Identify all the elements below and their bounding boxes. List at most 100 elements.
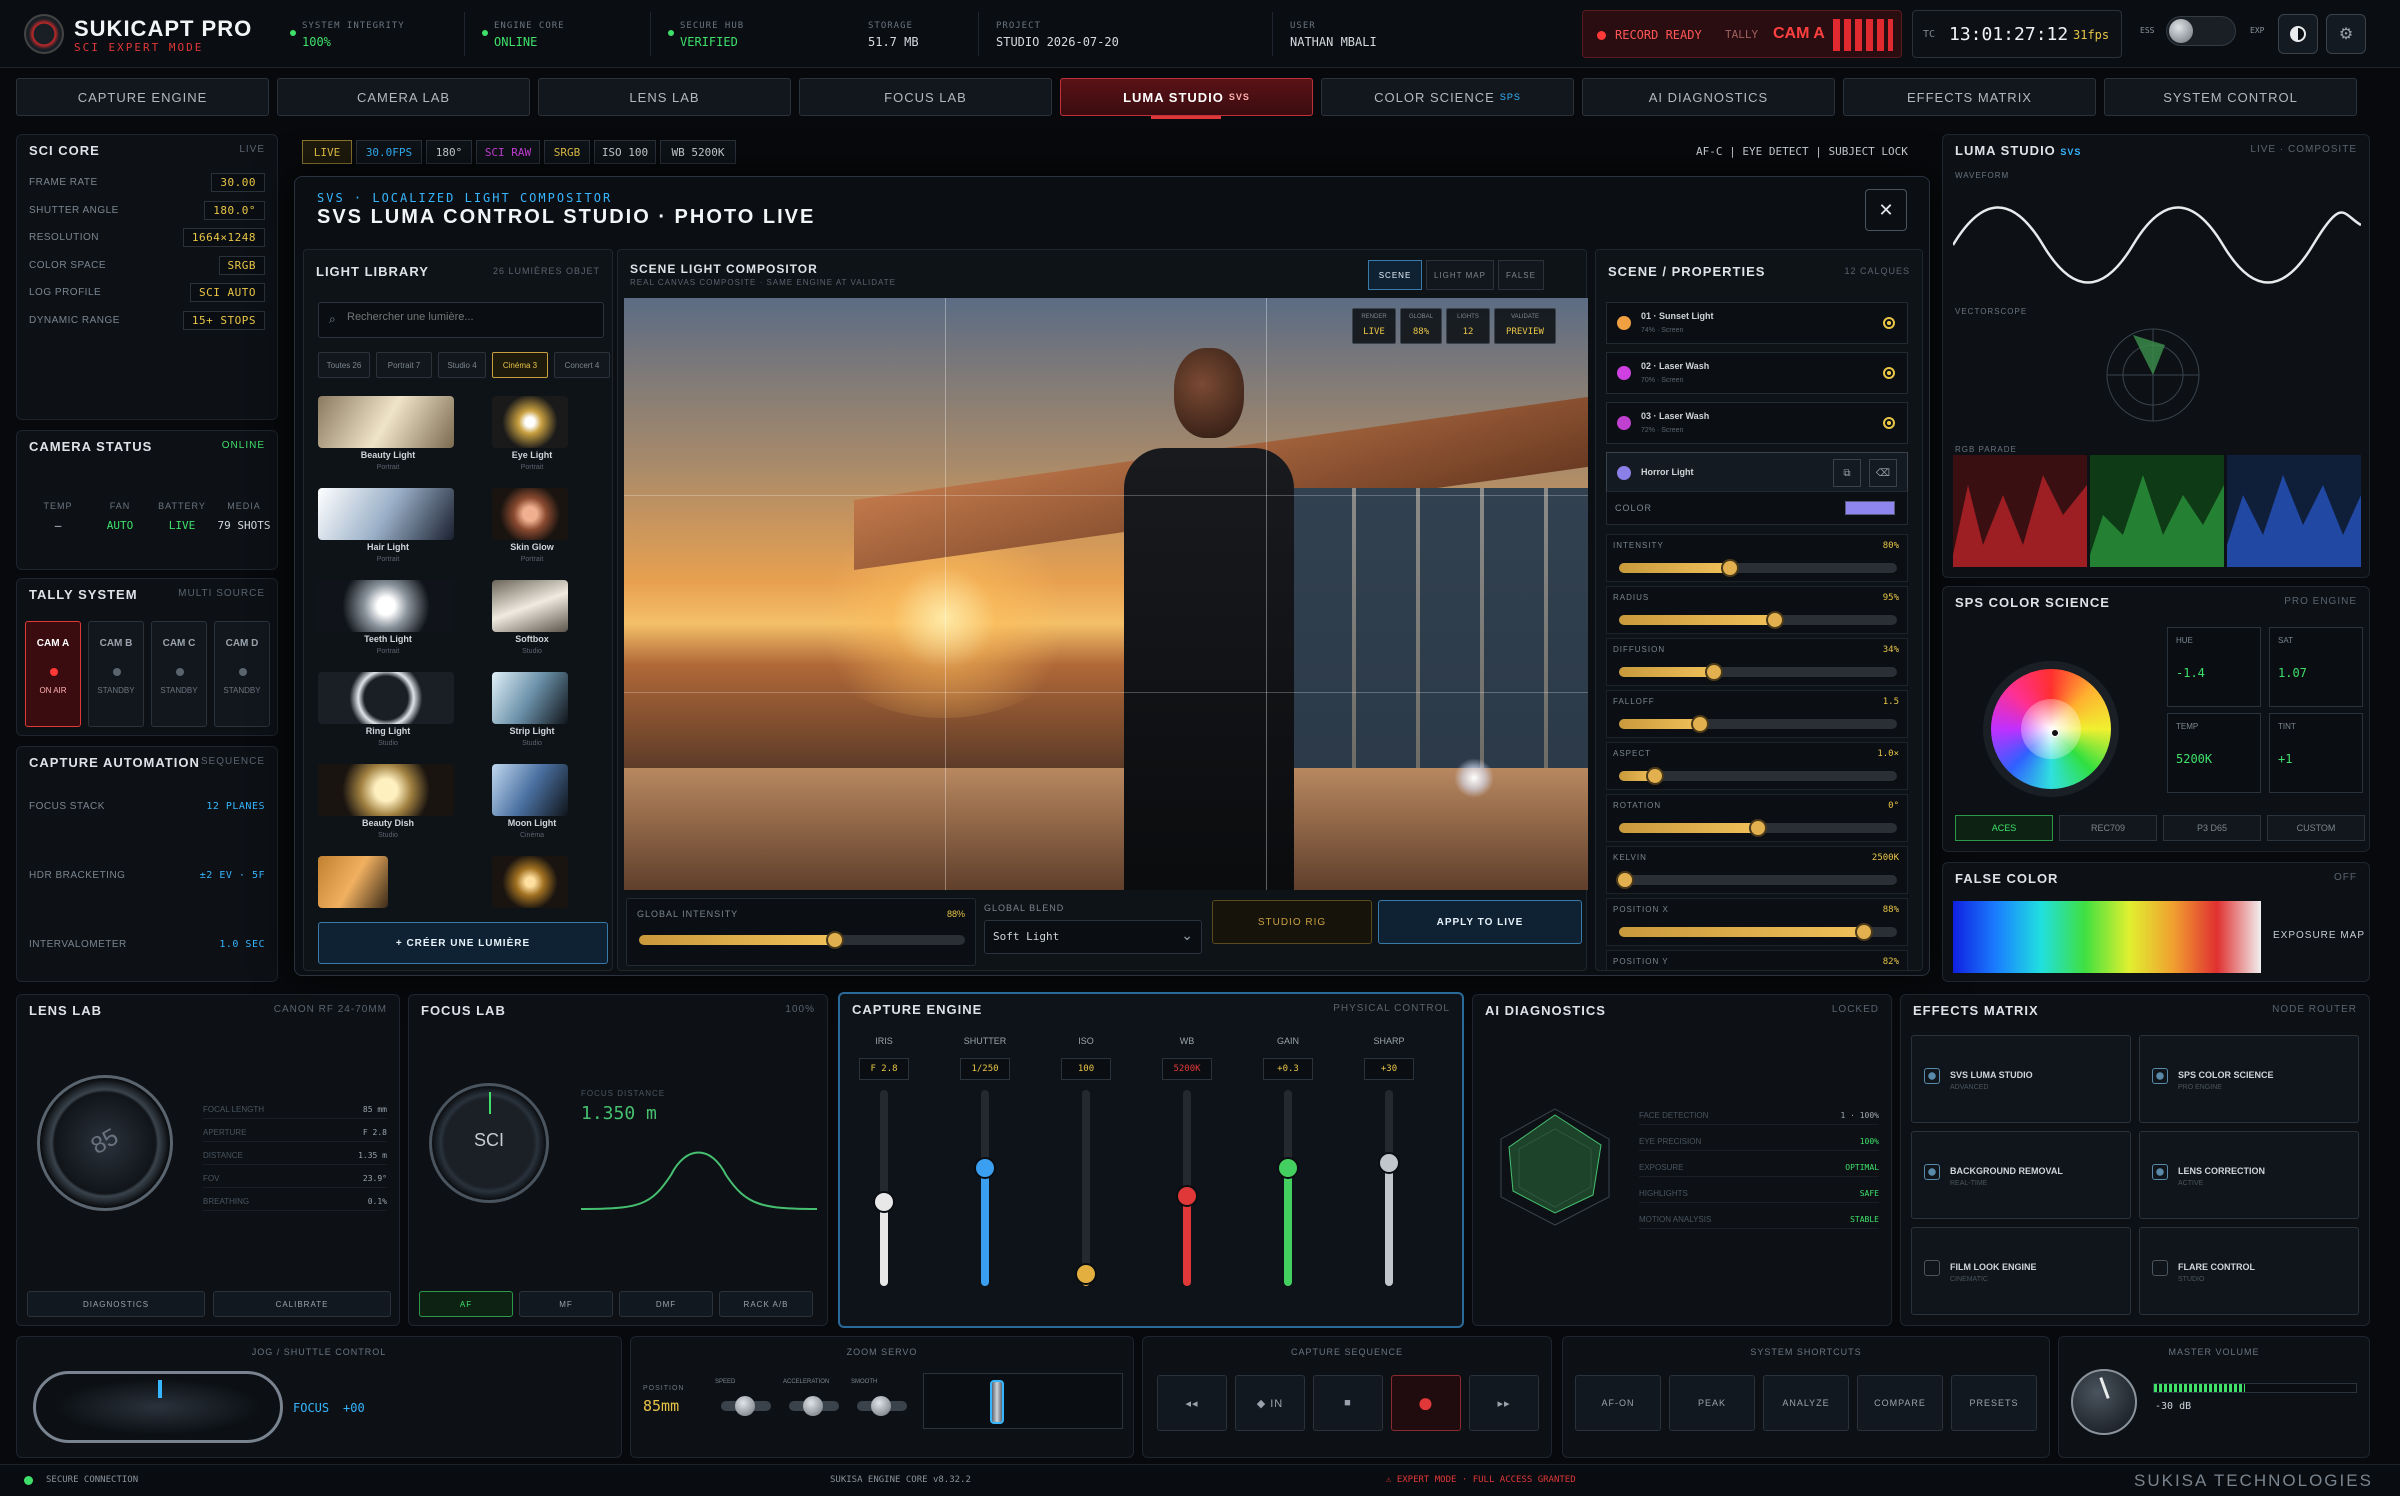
- volume-knob[interactable]: [2071, 1369, 2137, 1435]
- slider-knob[interactable]: [1615, 871, 1634, 889]
- effect-card[interactable]: SPS COLOR SCIENCE PRO ENGINE: [2139, 1035, 2359, 1123]
- fader-value[interactable]: +0.3: [1263, 1058, 1313, 1080]
- library-filter[interactable]: Concert 4: [554, 352, 610, 378]
- fader-knob[interactable]: [1277, 1157, 1299, 1180]
- slider-track[interactable]: [1619, 611, 1897, 629]
- status-chip[interactable]: SCI RAW: [476, 140, 540, 164]
- fader-value[interactable]: 1/250: [960, 1058, 1010, 1080]
- record-box[interactable]: RECORD READY TALLY CAM A: [1582, 10, 1902, 58]
- fader-knob[interactable]: [1378, 1151, 1400, 1174]
- tab-focus-lab[interactable]: FOCUS LAB: [799, 78, 1052, 116]
- settings-button[interactable]: ⚙: [2326, 14, 2366, 54]
- tally-cam-c[interactable]: CAM C STANDBY: [151, 621, 207, 727]
- layer-row[interactable]: 03 · Laser Wash 72% · Screen: [1606, 402, 1908, 444]
- color-space-option[interactable]: CUSTOM: [2267, 815, 2365, 841]
- tab-lens-lab[interactable]: LENS LAB: [538, 78, 791, 116]
- fader-value[interactable]: 100: [1061, 1058, 1111, 1080]
- status-chip[interactable]: LIVE: [302, 140, 352, 164]
- fader-track[interactable]: [974, 1090, 996, 1286]
- library-filter[interactable]: Cinéma 3: [492, 352, 548, 378]
- peak-shortcut-button[interactable]: PEAK: [1669, 1375, 1755, 1431]
- automation-row[interactable]: INTERVALOMETER 1.0 SEC: [29, 939, 265, 950]
- light-item[interactable]: Strip Light Studio: [462, 672, 602, 758]
- analyze-shortcut-button[interactable]: ANALYZE: [1763, 1375, 1849, 1431]
- effect-toggle-icon[interactable]: [1924, 1068, 1940, 1084]
- effect-toggle-icon[interactable]: [1924, 1260, 1940, 1276]
- stop-button[interactable]: ■: [1313, 1375, 1383, 1431]
- zoom-knob[interactable]: [735, 1396, 755, 1416]
- tally-cam-b[interactable]: CAM B STANDBY: [88, 621, 144, 727]
- record-button[interactable]: ●: [1391, 1375, 1461, 1431]
- effect-toggle-icon[interactable]: [2152, 1260, 2168, 1276]
- status-chip[interactable]: SRGB: [544, 140, 590, 164]
- duplicate-icon[interactable]: ⧉: [1833, 459, 1861, 487]
- slider-track[interactable]: [1619, 767, 1897, 785]
- light-item[interactable]: Eye Light Portrait: [462, 396, 602, 482]
- light-item[interactable]: Beauty Dish Studio: [318, 764, 458, 850]
- slider-track[interactable]: [1619, 663, 1897, 681]
- fader-knob[interactable]: [1075, 1263, 1097, 1286]
- status-chip[interactable]: WB 5200K: [660, 140, 736, 164]
- compositor-mode[interactable]: SCENE: [1368, 260, 1422, 290]
- light-item[interactable]: Teeth Light Portrait: [318, 580, 458, 666]
- color-space-option[interactable]: ACES: [1955, 815, 2053, 841]
- slider-track[interactable]: [1619, 819, 1897, 837]
- modal-close-button[interactable]: ✕: [1865, 189, 1907, 231]
- slider-track[interactable]: [1619, 923, 1897, 941]
- compositor-mode[interactable]: FALSE: [1498, 260, 1544, 290]
- tally-cam-a[interactable]: CAM A ON AIR: [25, 621, 81, 727]
- fader-track[interactable]: [873, 1090, 895, 1286]
- tab-color-science[interactable]: COLOR SCIENCE SPS: [1321, 78, 1574, 116]
- zoom-knob[interactable]: [803, 1396, 823, 1416]
- delete-icon[interactable]: ⌫: [1869, 459, 1897, 487]
- layer-row[interactable]: 01 · Sunset Light 74% · Screen: [1606, 302, 1908, 344]
- ess-exp-toggle[interactable]: [2166, 16, 2236, 46]
- gi-slider[interactable]: [639, 931, 965, 949]
- compositor-mode[interactable]: LIGHT MAP: [1426, 260, 1494, 290]
- light-item[interactable]: Hair Light Portrait: [318, 488, 458, 574]
- light-thumb[interactable]: [492, 856, 568, 908]
- zoom-knob-track[interactable]: [789, 1396, 839, 1416]
- fader-knob[interactable]: [974, 1157, 996, 1180]
- view-mode-button[interactable]: [2278, 14, 2318, 54]
- search-input[interactable]: [347, 311, 597, 323]
- fader-value[interactable]: +30: [1364, 1058, 1414, 1080]
- visibility-icon[interactable]: [1883, 317, 1895, 329]
- light-item[interactable]: Softbox Studio: [462, 580, 602, 666]
- rewind-button[interactable]: ◂◂: [1157, 1375, 1227, 1431]
- color-space-option[interactable]: REC709: [2059, 815, 2157, 841]
- jog-wheel[interactable]: [33, 1371, 283, 1443]
- effect-toggle-icon[interactable]: [2152, 1068, 2168, 1084]
- status-chip[interactable]: ISO 100: [594, 140, 656, 164]
- layer-row[interactable]: Horror Light ⧉ ⌫: [1606, 452, 1908, 494]
- focus-mode[interactable]: MF: [519, 1291, 613, 1317]
- library-filter[interactable]: Toutes 26: [318, 352, 370, 378]
- light-item[interactable]: Ring Light Studio: [318, 672, 458, 758]
- focus-mode[interactable]: AF: [419, 1291, 513, 1317]
- effect-card[interactable]: BACKGROUND REMOVAL REAL-TIME: [1911, 1131, 2131, 1219]
- slider-knob[interactable]: [1690, 715, 1709, 733]
- fader-value[interactable]: 5200K: [1162, 1058, 1212, 1080]
- slider-track[interactable]: [1615, 871, 1897, 889]
- fader-value[interactable]: F 2.8: [859, 1058, 909, 1080]
- tally-cam-d[interactable]: CAM D STANDBY: [214, 621, 270, 727]
- color-swatch[interactable]: [1845, 501, 1895, 515]
- apply-to-live-button[interactable]: APPLY TO LIVE: [1378, 900, 1582, 944]
- scene-preview[interactable]: RENDER LIVE GLOBAL 88% LIGHTS 12 VALIDATE PREVI…: [624, 298, 1588, 890]
- automation-row[interactable]: HDR BRACKETING ±2 EV · 5F: [29, 870, 265, 881]
- light-source-marker[interactable]: [1454, 758, 1494, 798]
- create-light-button[interactable]: + CRÉER UNE LUMIÈRE: [318, 922, 608, 964]
- afon-shortcut-button[interactable]: AF-ON: [1575, 1375, 1661, 1431]
- color-wheel-knob[interactable]: [2051, 729, 2059, 737]
- library-search[interactable]: ⌕: [318, 302, 604, 338]
- tab-ai-diagnostics[interactable]: AI DIAGNOSTICS: [1582, 78, 1835, 116]
- tab-luma-studio[interactable]: LUMA STUDIO SVS: [1060, 78, 1313, 119]
- effect-toggle-icon[interactable]: [1924, 1164, 1940, 1180]
- slider-track[interactable]: [1619, 715, 1897, 733]
- color-space-option[interactable]: P3 D65: [2163, 815, 2261, 841]
- effect-card[interactable]: FILM LOOK ENGINE CINEMATIC: [1911, 1227, 2131, 1315]
- fader-knob[interactable]: [1176, 1184, 1198, 1207]
- focus-mode[interactable]: DMF: [619, 1291, 713, 1317]
- slider-knob[interactable]: [1704, 663, 1723, 681]
- visibility-icon[interactable]: [1883, 367, 1895, 379]
